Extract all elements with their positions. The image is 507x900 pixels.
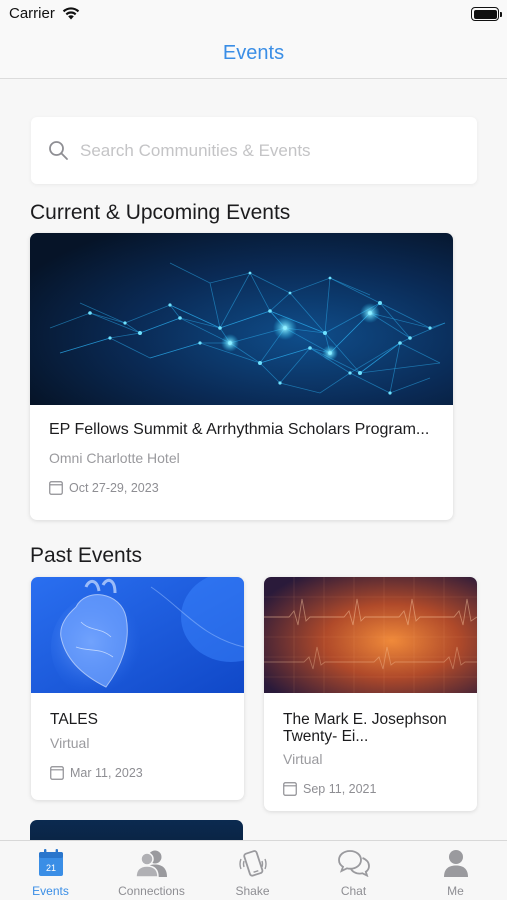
wifi-icon xyxy=(62,7,80,20)
search-input[interactable] xyxy=(80,137,460,164)
navigation-bar: Events xyxy=(0,30,507,79)
tab-label: Connections xyxy=(118,884,185,898)
person-icon xyxy=(443,850,468,877)
chat-bubbles-icon xyxy=(337,850,370,877)
calendar-badge: 21 xyxy=(45,863,55,873)
past-event-title: The Mark E. Josephson Twenty- Ei... xyxy=(283,711,447,745)
calendar-icon xyxy=(283,782,297,796)
tab-shake[interactable]: Shake xyxy=(202,841,303,900)
search-bar[interactable] xyxy=(31,117,477,184)
past-event-location: Virtual xyxy=(50,735,90,751)
tab-events[interactable]: 21 Events xyxy=(0,841,101,900)
tab-chat[interactable]: Chat xyxy=(303,841,404,900)
past-event-card[interactable]: The Mark E. Josephson Twenty- Ei... Virt… xyxy=(264,577,477,811)
past-event-location: Virtual xyxy=(283,751,323,767)
past-event-title: TALES xyxy=(50,711,98,728)
event-date-text: Oct 27-29, 2023 xyxy=(69,480,159,495)
page-title: Events xyxy=(222,42,285,64)
event-thumbnail-image xyxy=(264,577,477,693)
past-event-date-text: Sep 11, 2021 xyxy=(303,781,377,796)
past-event-date: Mar 11, 2023 xyxy=(50,765,143,780)
tab-label: Shake xyxy=(235,884,270,898)
calendar-icon: 21 xyxy=(38,849,63,876)
status-bar: Carrier xyxy=(0,0,507,30)
past-events-heading: Past Events xyxy=(30,544,143,567)
event-thumbnail-image xyxy=(31,577,244,693)
tab-label: Events xyxy=(32,884,69,898)
event-location: Omni Charlotte Hotel xyxy=(49,450,180,466)
calendar-icon xyxy=(50,766,64,780)
upcoming-events-heading: Current & Upcoming Events xyxy=(30,201,291,224)
event-banner-image xyxy=(30,233,453,405)
tab-connections[interactable]: Connections xyxy=(101,841,202,900)
past-event-date-text: Mar 11, 2023 xyxy=(70,765,143,780)
past-event-card[interactable]: TALES Virtual Mar 11, 2023 xyxy=(31,577,244,800)
battery-icon xyxy=(471,7,502,21)
people-icon xyxy=(134,850,167,877)
tab-label: Me xyxy=(447,884,464,898)
past-event-date: Sep 11, 2021 xyxy=(283,781,376,796)
calendar-icon xyxy=(49,481,63,495)
tab-me[interactable]: Me xyxy=(405,841,506,900)
tab-label: Chat xyxy=(340,884,367,898)
featured-event-card[interactable]: EP Fellows Summit & Arrhythmia Scholars … xyxy=(30,233,453,520)
tab-bar: 21 Events Connections Shake Chat Me xyxy=(0,840,507,900)
carrier-label: Carrier xyxy=(9,5,55,22)
event-title: EP Fellows Summit & Arrhythmia Scholars … xyxy=(49,421,430,438)
phone-shake-icon xyxy=(238,850,267,877)
event-date: Oct 27-29, 2023 xyxy=(49,480,159,495)
search-icon xyxy=(49,141,68,160)
